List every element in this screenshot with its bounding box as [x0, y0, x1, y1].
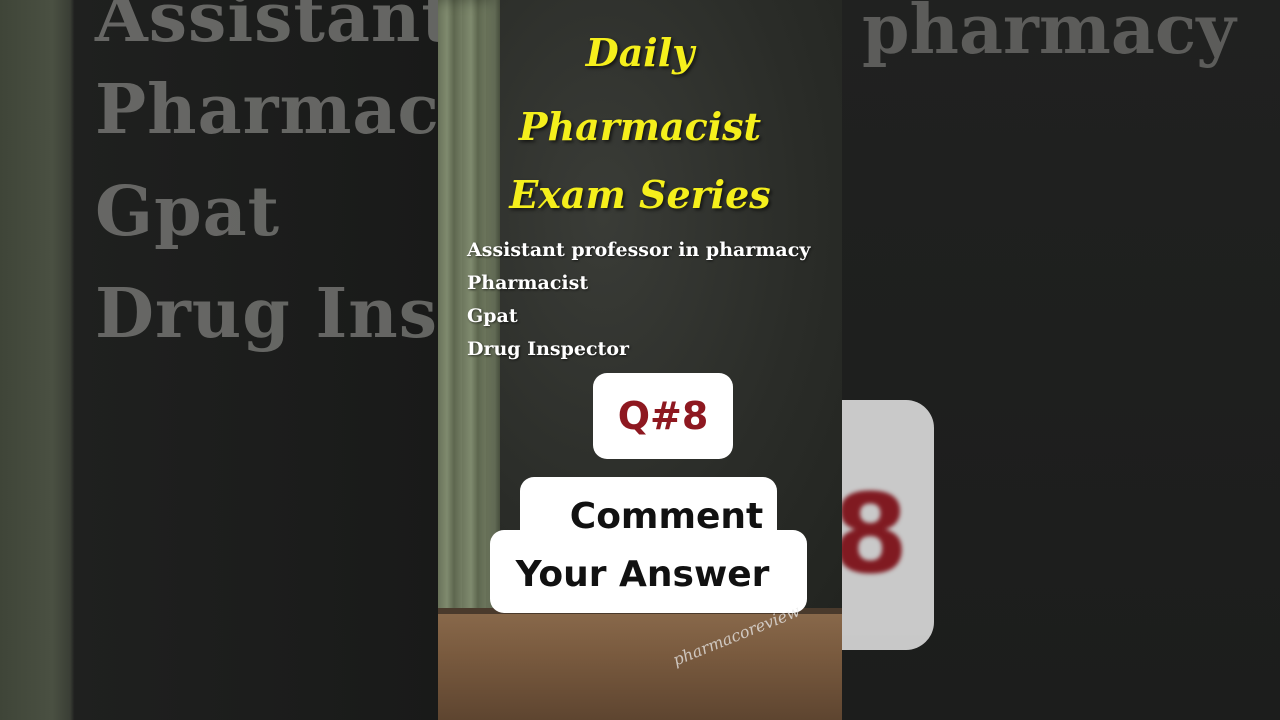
comment-prompt-line: Comment: [569, 496, 764, 537]
blurred-text-line: Pharmacis: [95, 70, 438, 150]
blurred-background-right: pharmacy 8: [842, 0, 1280, 720]
blurred-text-line: Gpat: [95, 172, 281, 252]
question-number-badge: Q#8: [593, 373, 733, 459]
title-line: Pharmacist: [518, 104, 762, 149]
title-line: Daily: [585, 30, 695, 75]
blurred-background-left: Assistant Pharmacis Gpat Drug Inspec: [0, 0, 438, 720]
exam-list: Assistant professor in pharmacy Pharmaci…: [467, 234, 810, 366]
exam-item: Assistant professor in pharmacy: [467, 239, 811, 261]
blurred-card-number: 8: [842, 470, 909, 598]
blurred-text-line: Assistant: [95, 0, 438, 58]
exam-item: Pharmacist: [467, 272, 589, 294]
comment-prompt-line: Your Answer: [515, 554, 770, 595]
blurred-question-card: 8: [842, 400, 934, 650]
blurred-text-line: Drug Inspec: [95, 274, 438, 354]
exam-item: Gpat: [467, 305, 518, 327]
video-frame: Daily Pharmacist Exam Series Assistant p…: [438, 0, 842, 720]
title-line: Exam Series: [509, 172, 771, 217]
exam-item: Drug Inspector: [467, 338, 630, 360]
blurred-text-line: pharmacy: [862, 0, 1236, 70]
